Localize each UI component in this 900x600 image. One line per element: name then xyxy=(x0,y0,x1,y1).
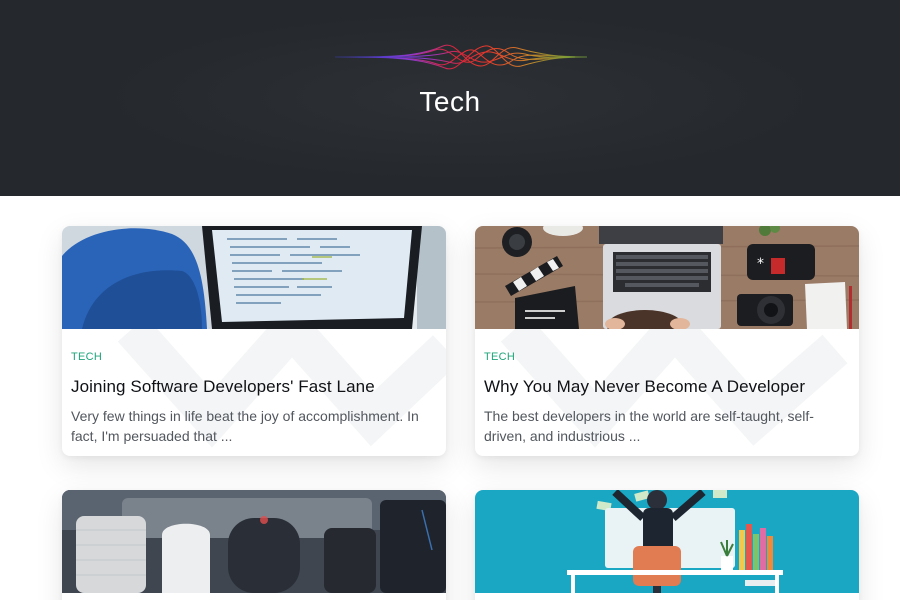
post-thumbnail-laptop-code[interactable] xyxy=(62,226,446,329)
page-header: Tech xyxy=(0,0,900,196)
post-title[interactable]: Joining Software Developers' Fast Lane xyxy=(71,377,436,397)
post-thumbnail-developer-illustration[interactable] xyxy=(475,490,859,593)
laptop-code-photo-icon xyxy=(62,226,446,329)
post-card-body: TECH Why You May Never Become A Develope… xyxy=(475,329,859,448)
developer-illustration-icon xyxy=(475,490,859,593)
post-excerpt: Very few things in life beat the joy of … xyxy=(71,408,419,445)
post-thumbnail-desk[interactable]: * xyxy=(475,226,859,329)
post-card[interactable]: * TECH Why You May Never Become A Develo… xyxy=(475,226,859,456)
post-grid: TECH Joining Software Developers' Fast L… xyxy=(0,196,900,600)
post-card[interactable]: TECH Joining Software Developers' Fast L… xyxy=(62,226,446,456)
post-card[interactable] xyxy=(475,490,859,600)
svg-text:*: * xyxy=(757,256,764,272)
post-title[interactable]: Why You May Never Become A Developer xyxy=(484,377,849,397)
smart-speakers-photo-icon xyxy=(62,490,446,593)
page-title: Tech xyxy=(419,86,481,117)
desk-laptop-camera-photo-icon: * xyxy=(475,226,859,329)
post-excerpt: The best developers in the world are sel… xyxy=(484,408,814,445)
post-card-body: TECH Joining Software Developers' Fast L… xyxy=(62,329,446,448)
post-category-link[interactable]: TECH xyxy=(484,351,515,363)
post-thumbnail-smart-speakers[interactable] xyxy=(62,490,446,593)
post-card[interactable] xyxy=(62,490,446,600)
sound-wave-logo-icon xyxy=(335,44,587,70)
post-category-link[interactable]: TECH xyxy=(71,351,102,363)
